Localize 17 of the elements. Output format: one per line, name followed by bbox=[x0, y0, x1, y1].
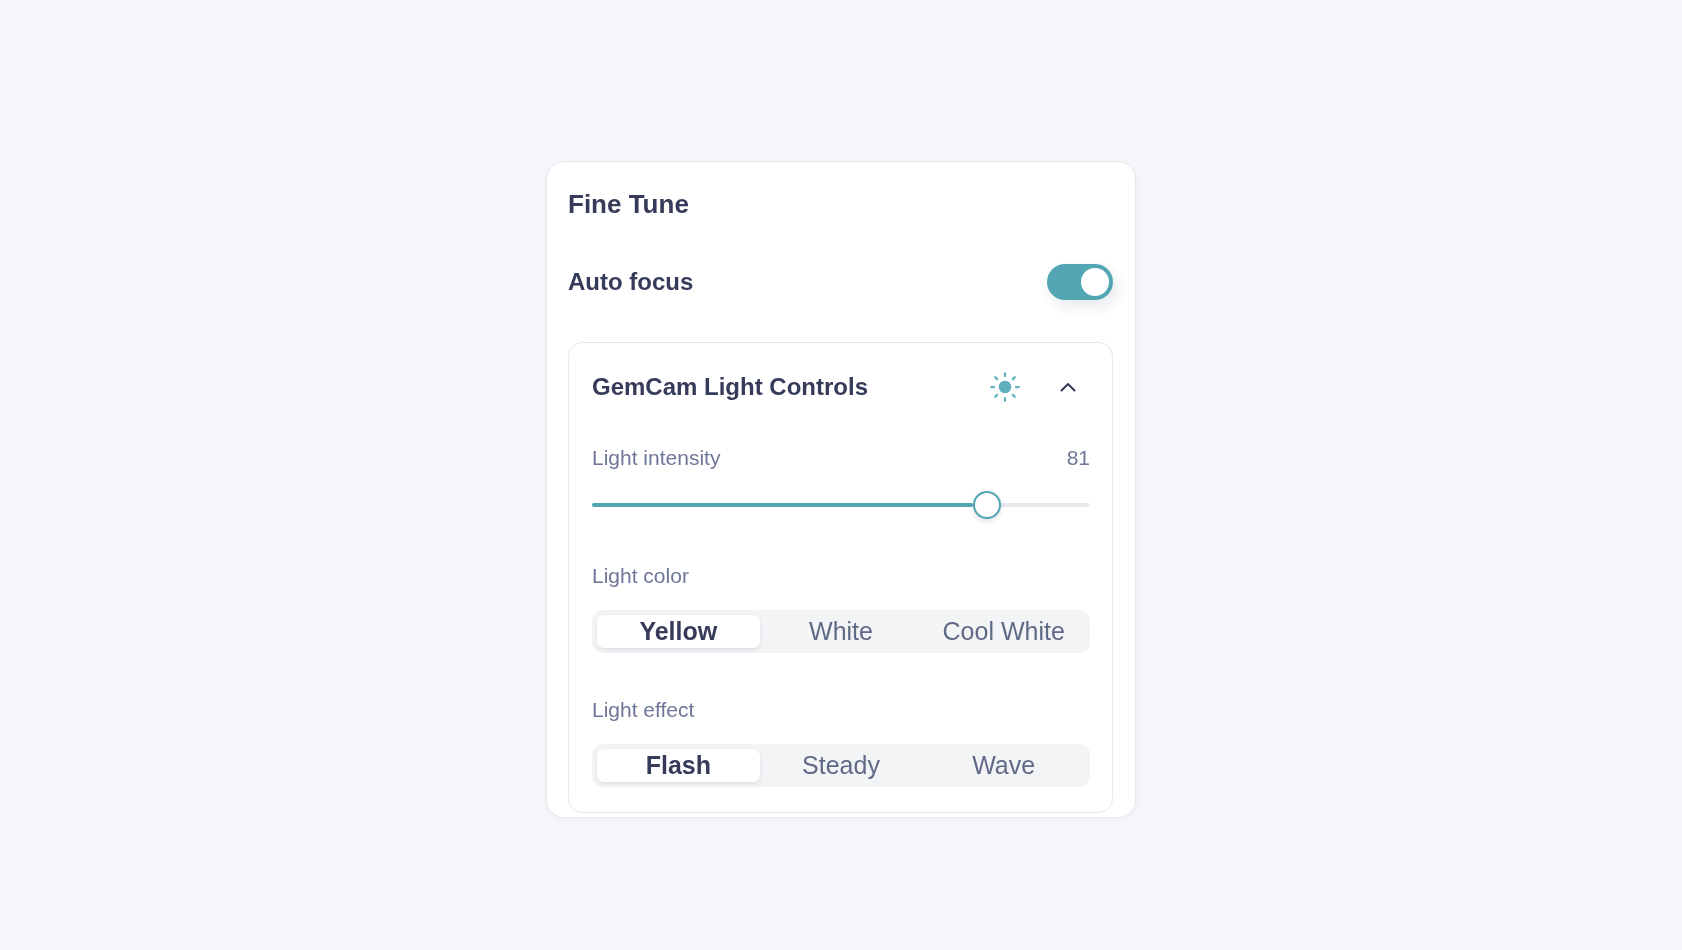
section-title: GemCam Light Controls bbox=[592, 373, 869, 401]
segment-option[interactable]: Steady bbox=[759, 749, 923, 782]
slider-label: Light intensity bbox=[592, 446, 721, 470]
setting-label: Auto focus bbox=[568, 268, 694, 296]
segment-option[interactable]: Wave bbox=[922, 749, 1085, 782]
chevron-up-icon[interactable] bbox=[1060, 382, 1076, 392]
segment-option[interactable]: White bbox=[759, 615, 923, 648]
segment-option[interactable]: Flash bbox=[597, 749, 760, 782]
toggle-switch[interactable] bbox=[1047, 264, 1113, 300]
slider-value: 81 bbox=[1066, 446, 1090, 470]
sun-icon bbox=[990, 372, 1020, 402]
panel-title: Fine Tune bbox=[568, 189, 690, 219]
slider-thumb[interactable] bbox=[972, 491, 1001, 519]
segment-option[interactable]: Cool White bbox=[922, 615, 1085, 648]
option-label: Light effect bbox=[592, 698, 695, 722]
option-label: Light color bbox=[592, 564, 689, 588]
segment-option[interactable]: Yellow bbox=[597, 615, 760, 648]
